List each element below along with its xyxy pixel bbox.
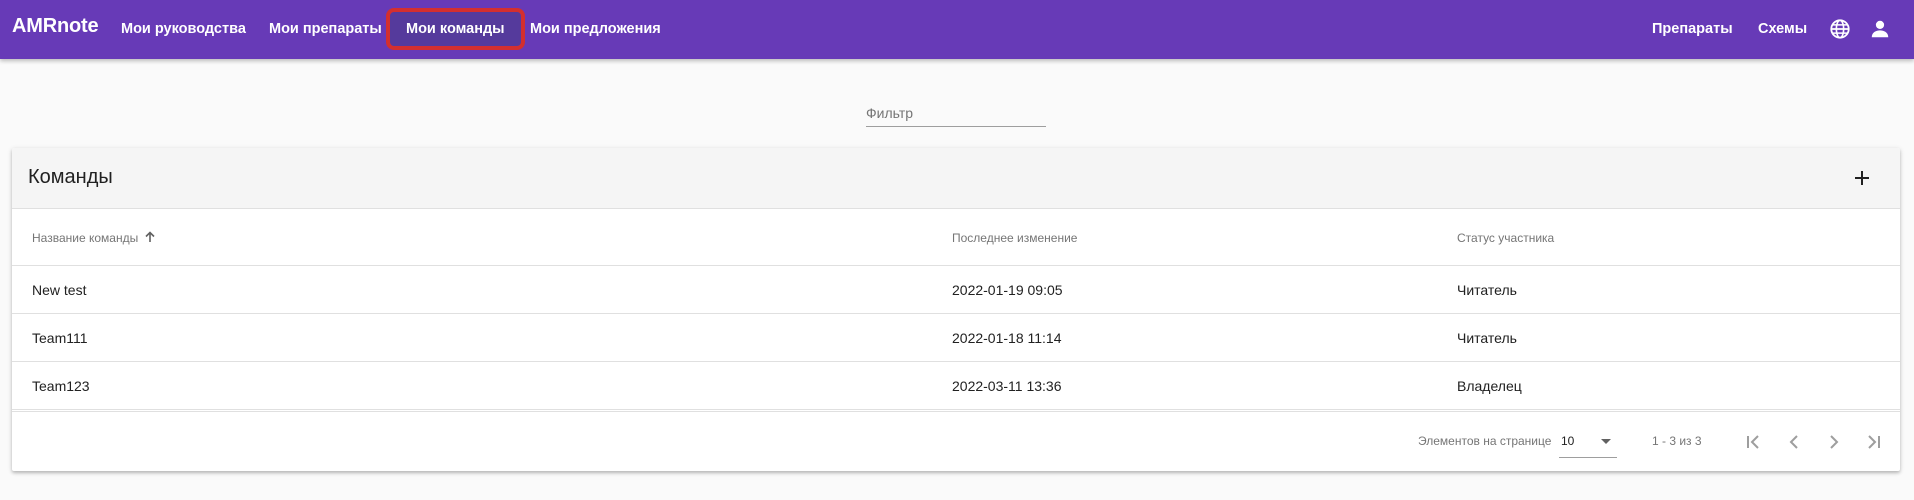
filter-field[interactable]: [866, 97, 1046, 127]
cell-member-status: Читатель: [1457, 282, 1517, 298]
card-title: Команды: [28, 166, 113, 188]
add-team-button[interactable]: [1846, 162, 1878, 194]
items-per-page-label: Элементов на странице: [1418, 434, 1552, 448]
cell-last-modified: 2022-01-19 09:05: [952, 282, 1063, 298]
globe-icon: [1830, 19, 1850, 39]
language-button[interactable]: [1825, 14, 1855, 44]
table-header-row: Название команды Последнее изменение Ста…: [12, 210, 1900, 266]
first-page-icon: [1747, 435, 1759, 449]
column-header-label: Название команды: [32, 231, 139, 245]
nav-my-teams[interactable]: Мои команды: [386, 8, 525, 50]
page-size-value: 10: [1561, 434, 1575, 448]
nav-my-proposals[interactable]: Мои предложения: [514, 12, 677, 46]
brand-logo[interactable]: AMRnote: [12, 15, 99, 38]
account-icon: [1871, 20, 1889, 38]
sort-ascending-icon: [145, 231, 155, 243]
nav-my-drugs[interactable]: Мои препараты: [253, 12, 398, 46]
table-row[interactable]: Team111 2022-01-18 11:14 Читатель: [12, 314, 1900, 362]
next-page-button[interactable]: [1818, 426, 1850, 458]
column-header-team-name[interactable]: Название команды: [32, 210, 156, 266]
cell-team-name: Team123: [32, 378, 90, 394]
last-page-button[interactable]: [1857, 426, 1889, 458]
first-page-button[interactable]: [1738, 426, 1770, 458]
next-page-icon: [1830, 435, 1839, 449]
previous-page-icon: [1789, 435, 1798, 449]
table-row[interactable]: Team123 2022-03-11 13:36 Владелец: [12, 362, 1900, 410]
nav-schemes[interactable]: Схемы: [1758, 12, 1807, 46]
cell-team-name: Team111: [32, 330, 88, 346]
cell-team-name: New test: [32, 282, 87, 298]
page-size-select[interactable]: 10: [1559, 426, 1617, 458]
cell-member-status: Владелец: [1457, 378, 1522, 394]
cell-last-modified: 2022-03-11 13:36: [952, 378, 1062, 394]
page-range-label: 1 - 3 из 3: [1652, 434, 1702, 448]
cell-last-modified: 2022-01-18 11:14: [952, 330, 1062, 346]
cell-member-status: Читатель: [1457, 330, 1517, 346]
column-header-last-modified[interactable]: Последнее изменение: [952, 210, 1077, 266]
nav-drugs[interactable]: Препараты: [1652, 12, 1733, 46]
dropdown-arrow-icon: [1601, 439, 1611, 444]
card-header: Команды: [12, 148, 1900, 209]
nav-my-guides[interactable]: Мои руководства: [105, 12, 262, 46]
previous-page-button[interactable]: [1778, 426, 1810, 458]
table-row[interactable]: New test 2022-01-19 09:05 Читатель: [12, 266, 1900, 314]
column-header-member-status[interactable]: Статус участника: [1457, 210, 1554, 266]
filter-input[interactable]: [866, 103, 1046, 123]
paginator: Элементов на странице 10 1 - 3 из 3: [12, 411, 1900, 471]
last-page-icon: [1868, 435, 1880, 449]
teams-card: Команды Название команды Последнее измен…: [12, 148, 1900, 471]
account-button[interactable]: [1865, 14, 1895, 44]
top-toolbar: AMRnote Мои руководства Мои препараты Мо…: [0, 0, 1914, 59]
plus-icon: [1855, 171, 1869, 185]
